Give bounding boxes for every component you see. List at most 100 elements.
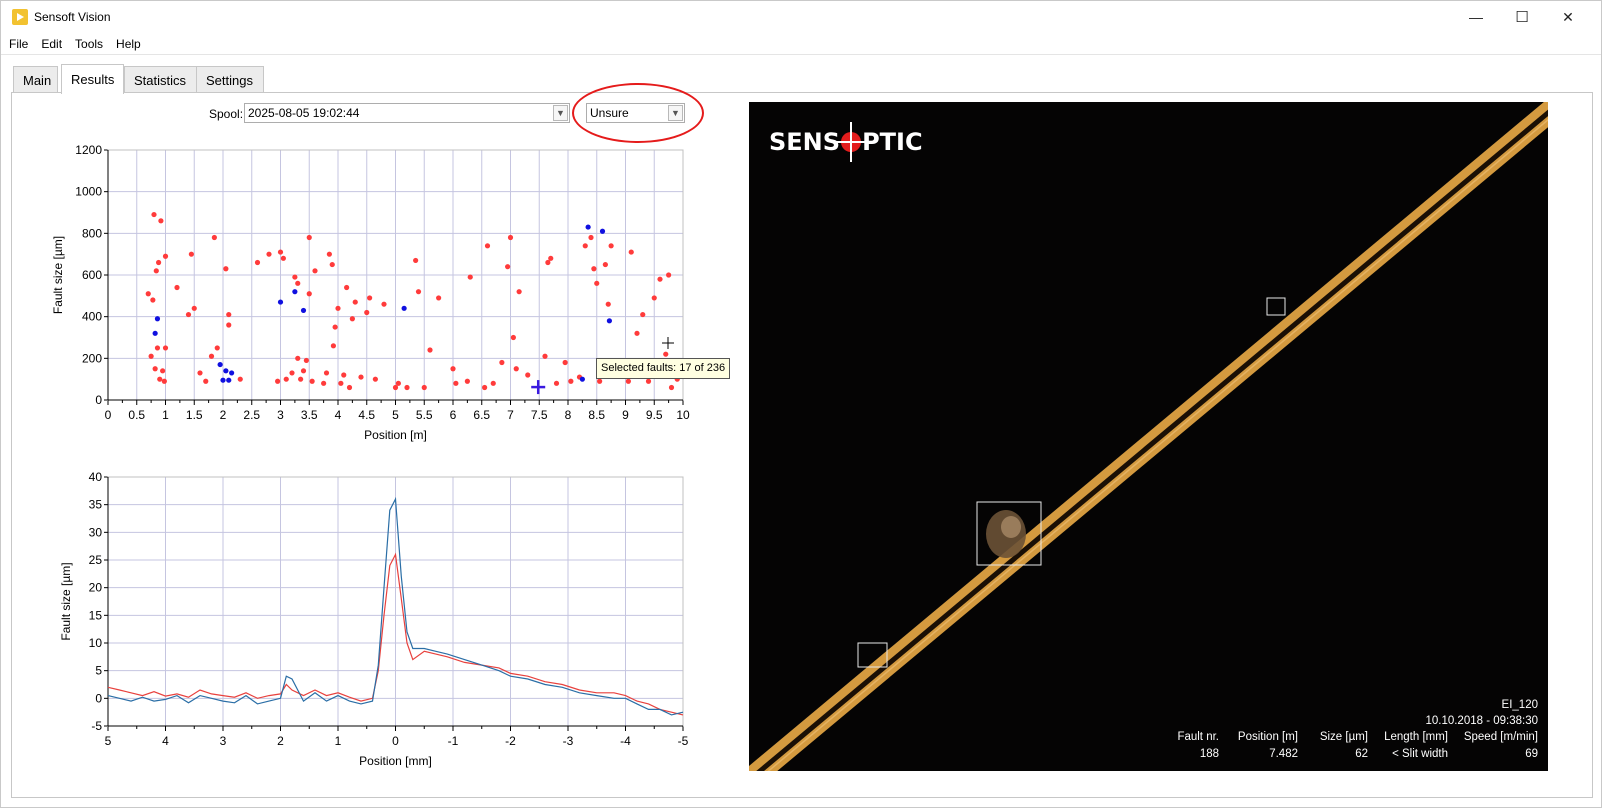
y-tick-label: 600 xyxy=(82,268,102,282)
tab-results[interactable]: Results xyxy=(61,64,124,94)
line-chart[interactable]: 5 4 3 2 1 0 -1 -2 -3 -4 -5-50510152025303540Positi… xyxy=(59,470,689,768)
x-tick-label: 10 xyxy=(676,408,690,422)
fault-point-red xyxy=(275,378,281,384)
fault-point-red xyxy=(300,368,307,374)
fault-point-blue xyxy=(401,305,407,311)
fault-point-red xyxy=(427,347,433,353)
selection-tooltip: Selected faults: 17 of 236 xyxy=(596,358,731,379)
logo-text-right: PTIC xyxy=(862,128,923,156)
fault-point-red xyxy=(415,289,422,295)
fault-point-red xyxy=(326,251,332,257)
fault-point-red xyxy=(223,266,229,272)
x-tick-label: 6 xyxy=(450,408,457,422)
fault-point-red xyxy=(499,359,505,366)
x-tick-label: 2 xyxy=(220,408,227,422)
fault-point-red xyxy=(295,355,301,361)
y-tick-label: 1200 xyxy=(75,143,102,157)
x-tick-label: 2.5 xyxy=(243,408,260,422)
fault-point-red xyxy=(548,255,554,261)
y-tick-label: 400 xyxy=(82,310,102,324)
x-tick-label: 4 xyxy=(162,734,169,748)
x-tick-label: 3.5 xyxy=(301,408,318,422)
fault-point-red xyxy=(467,274,473,280)
scatter-chart[interactable]: 0 0.5 1 1.5 2 2.5 3 3.5 4 4.5 5 5.5 6 6.5 7 7.5 8 8.5 9 9.5… xyxy=(51,143,690,442)
close-button[interactable]: ✕ xyxy=(1545,1,1591,33)
fault-point-red xyxy=(602,261,608,268)
x-tick-label: 0 xyxy=(105,408,112,422)
crosshair-logo-icon xyxy=(831,122,872,162)
x-tick-label: 1 xyxy=(335,734,342,748)
y-tick-label: 200 xyxy=(82,351,102,365)
app-window: Sensoft Vision — ☐ ✕ File Edit Tools Hel… xyxy=(0,0,1602,808)
fault-point-red xyxy=(516,289,522,295)
fault-point-red xyxy=(450,366,456,372)
fault-point-blue xyxy=(152,330,158,336)
fault-point-red xyxy=(645,378,652,384)
fault-point-red xyxy=(174,284,180,291)
maximize-button[interactable]: ☐ xyxy=(1499,1,1545,33)
fault-point-red xyxy=(237,376,243,382)
x-tick-label: 5 xyxy=(392,408,399,422)
x-tick-label: -5 xyxy=(678,734,689,748)
fault-box-small-top[interactable] xyxy=(1266,297,1286,316)
camera-datetime: 10.10.2018 - 09:38:30 xyxy=(1425,715,1538,727)
fault-point-red xyxy=(312,268,318,274)
fault-point-red xyxy=(421,384,427,391)
fault-point-red xyxy=(254,259,261,266)
x-tick-label: 9.5 xyxy=(646,408,663,422)
fault-point-red xyxy=(542,353,548,359)
fault-point-red xyxy=(364,309,370,316)
x-tick-label: -4 xyxy=(620,734,631,748)
y-tick-label: 40 xyxy=(89,470,103,484)
header-position: Position [m] xyxy=(1237,731,1298,743)
fault-point-red xyxy=(562,359,568,366)
x-tick-label: 9 xyxy=(622,408,629,422)
fault-point-red xyxy=(634,330,640,336)
fault-point-red xyxy=(226,311,232,318)
fault-point-blue xyxy=(292,289,298,295)
fault-point-red xyxy=(309,378,315,384)
fault-point-red xyxy=(295,280,301,286)
fault-point-red xyxy=(156,259,162,266)
fault-blob-core xyxy=(1001,516,1021,538)
fault-point-blue xyxy=(223,368,229,374)
fault-point-red xyxy=(505,264,511,270)
fault-point-red xyxy=(153,268,159,274)
fault-point-red xyxy=(191,305,197,311)
minimize-button[interactable]: — xyxy=(1453,1,1499,33)
x-tick-label: 7.5 xyxy=(531,408,548,422)
x-tick-label: -3 xyxy=(563,734,574,748)
fault-point-red xyxy=(553,380,560,386)
camera-id: EI_120 xyxy=(1501,699,1538,711)
fault-point-red xyxy=(148,353,154,359)
value-length: < Slit width xyxy=(1392,748,1448,760)
fault-point-red xyxy=(464,378,470,384)
fault-point-red xyxy=(482,384,488,391)
fault-point-red xyxy=(152,366,158,372)
x-tick-label: -2 xyxy=(505,734,516,748)
x-tick-label: 0.5 xyxy=(128,408,145,422)
logo-text-left: SENS xyxy=(769,128,841,156)
fault-point-red xyxy=(404,384,410,391)
y-tick-label: 5 xyxy=(95,664,102,678)
fault-point-red xyxy=(332,324,338,330)
sensoptic-logo: SENS PTIC xyxy=(769,122,923,162)
fault-point-red xyxy=(594,280,600,286)
fault-point-red xyxy=(214,345,220,351)
fault-point-red xyxy=(640,311,646,318)
fault-point-red xyxy=(513,366,519,372)
y-tick-label: 20 xyxy=(89,581,103,595)
fault-image-viewer[interactable]: SENS PTIC EI_120 10.10.2018 - 09:38:30 F… xyxy=(749,102,1548,771)
fault-point-red xyxy=(372,376,378,382)
x-tick-label: 7 xyxy=(507,408,514,422)
fault-point-red xyxy=(625,378,631,384)
fault-point-red xyxy=(154,345,161,351)
fault-point-red xyxy=(329,261,335,268)
header-fault-nr: Fault nr. xyxy=(1177,731,1219,743)
x-tick-label: 3 xyxy=(277,408,284,422)
fault-point-red xyxy=(150,297,156,303)
x-tick-label: 1 xyxy=(162,408,169,422)
fault-point-red xyxy=(277,249,284,255)
fault-point-red xyxy=(588,234,594,241)
fault-point-red xyxy=(668,384,675,391)
